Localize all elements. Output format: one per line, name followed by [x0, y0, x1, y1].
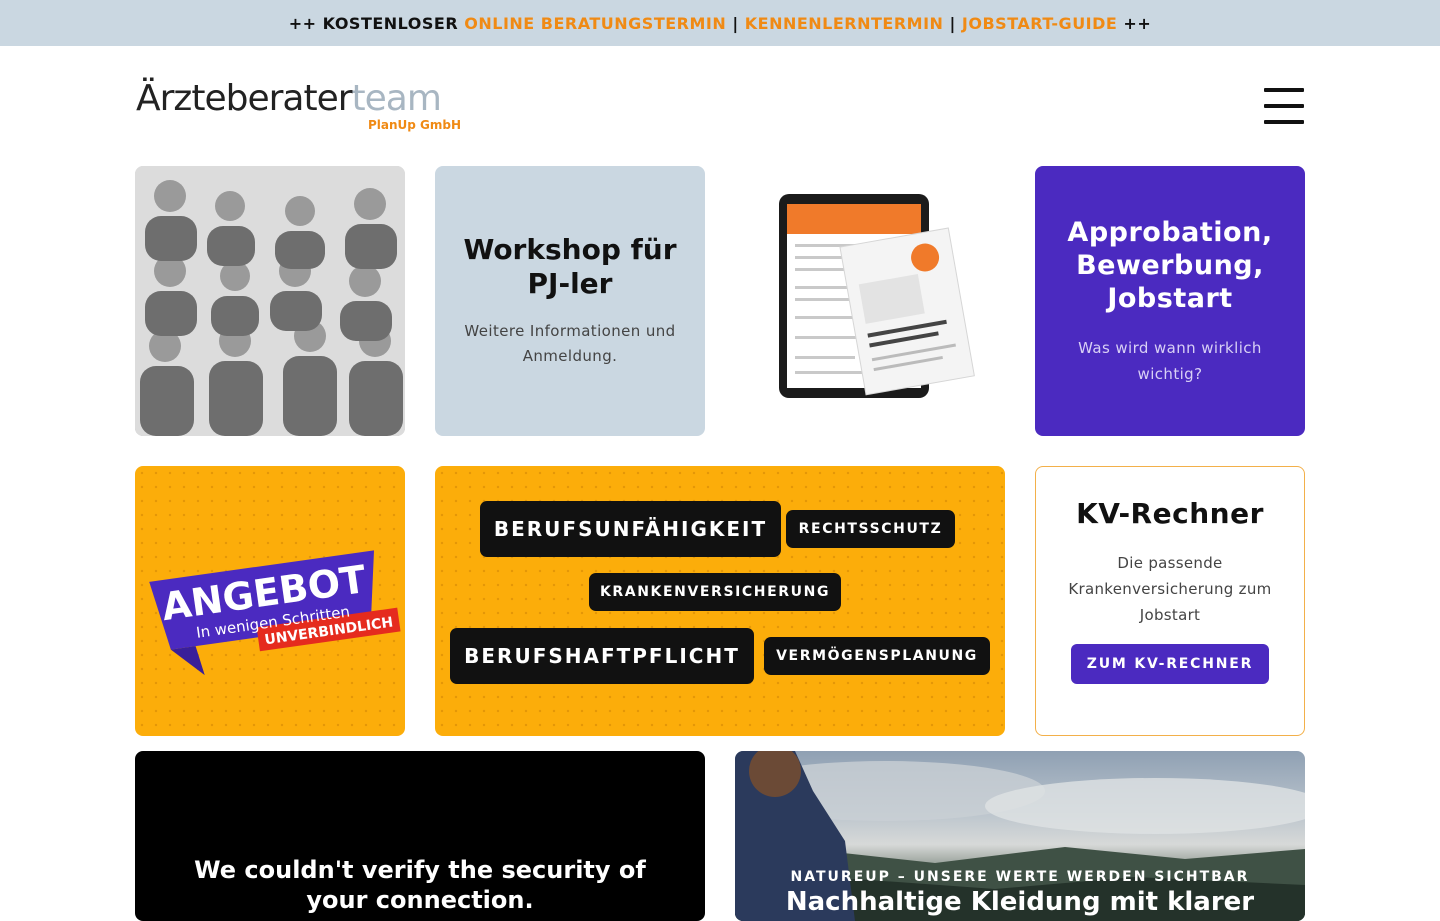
angebot-badge-graphic: ANGEBOT In wenigen Schritten UNVERBINDLI…	[149, 550, 401, 676]
announcement-bar: ++ KOSTENLOSER ONLINE BERATUNGSTERMIN | …	[0, 0, 1440, 46]
jobstart-guide-image[interactable]	[735, 166, 1005, 436]
video-embed[interactable]: We couldn't verify the security of your …	[135, 751, 705, 921]
team-photo-illustration	[135, 166, 405, 436]
announcement-separator: |	[726, 13, 745, 33]
approbation-title: Approbation, Bewerbung, Jobstart	[1067, 216, 1273, 314]
jobstart-guide-link[interactable]: JOBSTART-GUIDE	[962, 14, 1117, 33]
logo-wordmark: Ärzteberaterteam	[136, 78, 442, 119]
announcement-prefix: ++ KOSTENLOSER	[288, 13, 465, 33]
workshop-title: Workshop für PJ-ler	[463, 233, 677, 300]
tag-berufsunfaehigkeit[interactable]: BERUFSUNFÄHIGKEIT	[480, 501, 781, 557]
approbation-card[interactable]: Approbation, Bewerbung, Jobstart Was wir…	[1035, 166, 1305, 436]
online-beratungstermin-link[interactable]: ONLINE BERATUNGSTERMIN	[464, 14, 726, 33]
kv-rechner-card: KV-Rechner Die passende Krankenversicher…	[1035, 466, 1305, 736]
natureup-kicker: NATUREUP – UNSERE WERTE WERDEN SICHTBAR	[790, 869, 1250, 885]
logo-wordmark-light: team	[351, 78, 442, 119]
workshop-text: Weitere Informationen und Anmeldung.	[464, 322, 676, 365]
tag-rechtsschutz[interactable]: RECHTSSCHUTZ	[786, 510, 955, 548]
video-security-message: We couldn't verify the security of your …	[194, 856, 646, 914]
tag-krankenversicherung[interactable]: KRANKENVERSICHERUNG	[589, 573, 841, 611]
logo-company: PlanUp GmbH	[368, 118, 462, 132]
kennenlerntermin-link[interactable]: KENNENLERNTERMIN	[745, 14, 944, 33]
tag-berufshaftpflicht[interactable]: BERUFSHAFTPFLICHT	[450, 628, 754, 684]
angebot-card[interactable]: ANGEBOT In wenigen Schritten UNVERBINDLI…	[135, 466, 405, 736]
site-logo[interactable]: Ärzteberaterteam PlanUp GmbH	[136, 78, 466, 136]
kv-rechner-button[interactable]: ZUM KV-RECHNER	[1070, 644, 1270, 684]
announcement-suffix: ++	[1117, 13, 1152, 33]
natureup-card[interactable]: NATUREUP – UNSERE WERTE WERDEN SICHTBAR …	[735, 751, 1305, 921]
tag-vermoegensplanung[interactable]: VERMÖGENSPLANUNG	[764, 637, 990, 675]
tablet-brochure-illustration	[779, 194, 975, 398]
approbation-text: Was wird wann wirklich wichtig?	[1078, 338, 1262, 383]
kv-title: KV-Rechner	[1076, 497, 1264, 530]
workshop-card[interactable]: Workshop für PJ-ler Weitere Informatione…	[435, 166, 705, 436]
natureup-headline: Nachhaltige Kleidung mit klarer	[785, 887, 1255, 917]
announcement-separator: |	[943, 13, 962, 33]
hamburger-menu-icon[interactable]	[1264, 88, 1306, 124]
kv-text: Die passende Krankenversicherung zum Job…	[1068, 554, 1272, 624]
logo-wordmark-dark: Ärzteberater	[136, 78, 353, 119]
insurance-tags-card: BERUFSUNFÄHIGKEIT RECHTSSCHUTZ KRANKENVE…	[435, 466, 1005, 736]
team-photo[interactable]	[135, 166, 405, 436]
